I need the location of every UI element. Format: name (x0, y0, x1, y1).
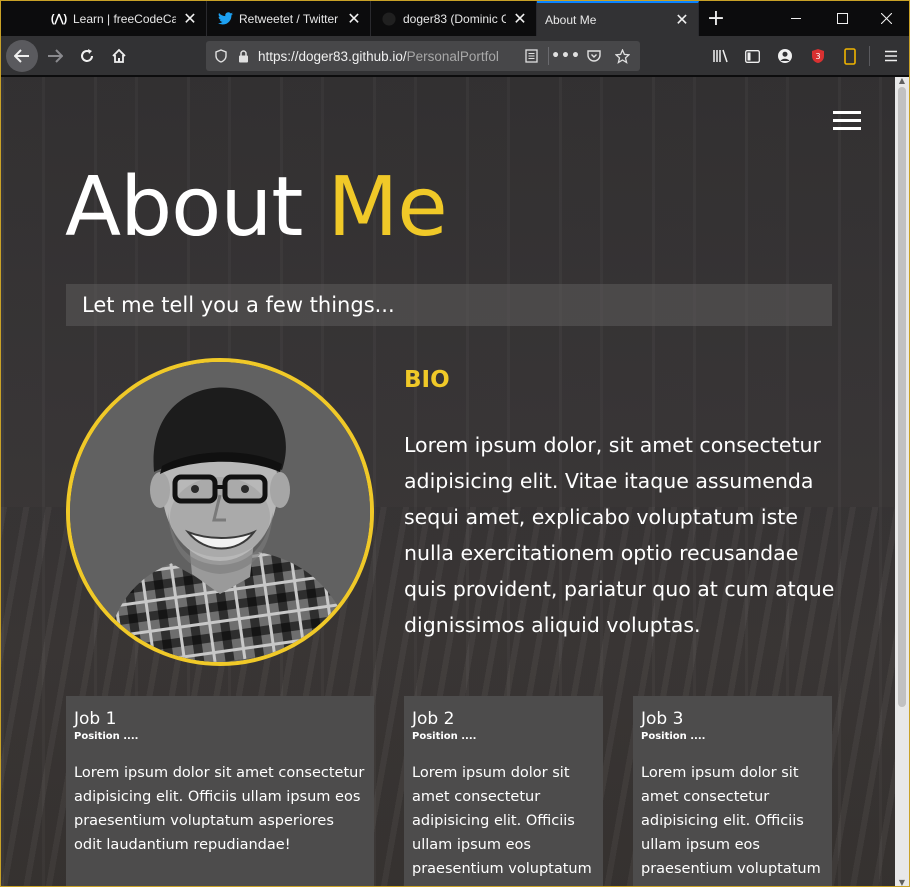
pocket-icon[interactable] (583, 41, 605, 71)
reload-icon (81, 49, 93, 62)
scroll-down-icon[interactable]: ▼ (897, 879, 907, 887)
profile-avatar (66, 358, 374, 666)
tagline: Let me tell you a few things... (66, 284, 832, 326)
menu-icon (885, 50, 897, 62)
tab-strip: (⋀) Learn | freeCodeCamp.org ✕ Retweetet… (1, 1, 909, 36)
new-tab-button[interactable]: + (703, 5, 729, 31)
shield-icon[interactable] (210, 41, 232, 71)
job-description: Lorem ipsum dolor sit amet consectetur a… (74, 765, 365, 853)
bio-heading: BIO (404, 367, 450, 393)
reload-button[interactable] (71, 40, 103, 72)
tab-github[interactable]: doger83 (Dominic G ✕ (371, 1, 537, 36)
tab-title: doger83 (Dominic G (403, 11, 506, 26)
shield-extension-icon: 3 (812, 49, 824, 63)
job-title: Job 1 (74, 709, 117, 729)
scroll-up-icon[interactable]: ▲ (897, 77, 907, 85)
close-tab-icon[interactable]: ✕ (346, 11, 362, 28)
job-card: Job 1 Position .... Lorem ipsum dolor si… (66, 696, 374, 886)
tab-freecodecamp[interactable]: (⋀) Learn | freeCodeCamp.org ✕ (41, 1, 207, 36)
job-card: Job 2 Position .... Lorem ipsum dolor si… (404, 696, 603, 886)
sidebar-button[interactable] (738, 42, 766, 70)
navigation-toolbar: https://doger83.github.io/PersonalPortfo… (1, 36, 909, 76)
minimize-button[interactable] (773, 1, 819, 36)
page-viewport: About Me Let me tell you a few things... (1, 77, 895, 886)
portrait-image (70, 362, 370, 662)
job-title: Job 2 (412, 709, 455, 729)
arrow-left-icon (14, 49, 29, 63)
library-icon (713, 49, 728, 63)
back-button[interactable] (6, 40, 38, 72)
scrollbar-thumb[interactable] (898, 87, 906, 707)
freecodecamp-icon: (⋀) (50, 13, 68, 25)
toolbar-divider (869, 46, 870, 66)
tab-twitter[interactable]: Retweetet / Twitter ✕ (207, 1, 371, 36)
job-position: Position .... (641, 731, 706, 742)
bookmark-star-icon[interactable] (611, 41, 633, 71)
account-icon (778, 49, 792, 63)
app-menu-button[interactable] (877, 42, 905, 70)
forward-button[interactable] (39, 40, 71, 72)
tab-about-me[interactable]: About Me ✕ (537, 1, 699, 36)
tab-title: About Me (545, 12, 597, 27)
close-window-button[interactable] (863, 1, 909, 36)
arrow-right-icon (48, 49, 63, 63)
github-icon (381, 11, 397, 27)
twitter-icon (217, 11, 233, 27)
maximize-button[interactable] (819, 1, 865, 36)
browser-window: (⋀) Learn | freeCodeCamp.org ✕ Retweetet… (0, 0, 910, 887)
job-title: Job 3 (641, 709, 684, 729)
page-actions-icon[interactable]: ••• (551, 41, 580, 71)
tab-title: Retweetet / Twitter (239, 11, 339, 26)
job-description: Lorem ipsum dolor sit amet consectetur a… (641, 765, 821, 877)
svg-text:3: 3 (815, 52, 820, 61)
page-scrollbar[interactable]: ▲ ▼ (895, 77, 909, 887)
url-text[interactable]: https://doger83.github.io/PersonalPortfo… (258, 49, 498, 64)
bio-text: Lorem ipsum dolor, sit amet consectetur … (404, 433, 835, 637)
page-title: About Me (65, 167, 448, 249)
job-description: Lorem ipsum dolor sit amet consectetur a… (412, 765, 592, 877)
job-card: Job 3 Position .... Lorem ipsum dolor si… (633, 696, 832, 886)
job-position: Position .... (74, 731, 139, 742)
lock-icon[interactable] (232, 41, 254, 71)
url-bar[interactable]: https://doger83.github.io/PersonalPortfo… (206, 41, 640, 71)
title-word-me: Me (327, 160, 448, 255)
close-tab-icon[interactable]: ✕ (512, 11, 528, 28)
library-button[interactable] (707, 42, 735, 70)
home-button[interactable] (103, 40, 135, 72)
tab-title: Learn | freeCodeCamp.org (73, 11, 176, 26)
account-button[interactable] (771, 42, 799, 70)
hamburger-menu-icon[interactable] (833, 111, 861, 131)
home-icon (112, 48, 126, 63)
responsive-extension-button[interactable] (836, 42, 864, 70)
reader-view-icon[interactable] (520, 41, 542, 71)
phone-icon (844, 47, 856, 65)
title-word-about: About (65, 160, 303, 255)
sidebar-icon (744, 49, 760, 63)
ublock-extension-button[interactable]: 3 (804, 42, 832, 70)
close-tab-icon[interactable]: ✕ (182, 11, 198, 28)
url-divider (548, 47, 549, 65)
close-tab-icon[interactable]: ✕ (674, 12, 690, 29)
job-position: Position .... (412, 731, 477, 742)
